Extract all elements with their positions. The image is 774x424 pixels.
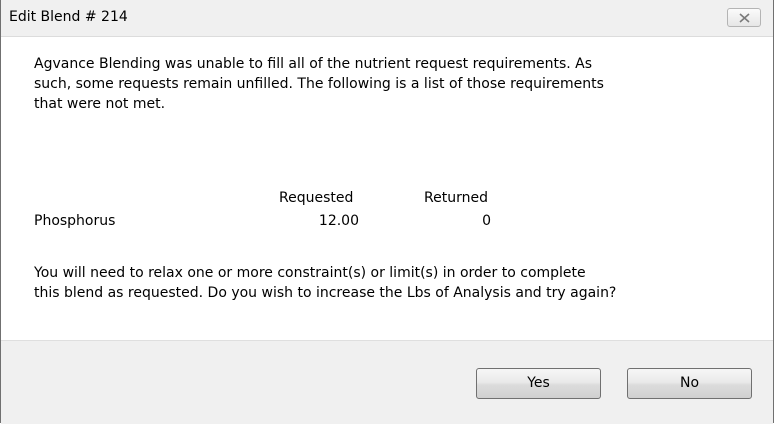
message-line: such, some requests remain unfilled. The… [34,76,604,92]
no-button[interactable]: No [627,368,752,399]
instruction-line: this blend as requested. Do you wish to … [34,285,617,301]
nutrient-name: Phosphorus [34,213,116,229]
button-bar: Yes No [1,340,773,424]
column-header-returned: Returned [424,190,488,206]
instruction-text: You will need to relax one or more const… [34,263,754,303]
instruction-line: You will need to relax one or more const… [34,265,586,281]
close-button[interactable] [727,8,761,27]
window-title: Edit Blend # 214 [9,9,128,25]
message-line: Agvance Blending was unable to fill all … [34,56,593,72]
close-icon [739,13,750,23]
requested-value: 12.00 [318,213,359,229]
dialog-window: Edit Blend # 214 Agvance Blending was un… [0,0,774,424]
column-header-requested: Requested [279,190,354,206]
returned-value: 0 [482,213,491,229]
message-text: Agvance Blending was unable to fill all … [34,54,754,114]
message-line: that were not met. [34,96,166,112]
yes-button[interactable]: Yes [476,368,601,399]
title-bar[interactable]: Edit Blend # 214 [1,0,773,37]
